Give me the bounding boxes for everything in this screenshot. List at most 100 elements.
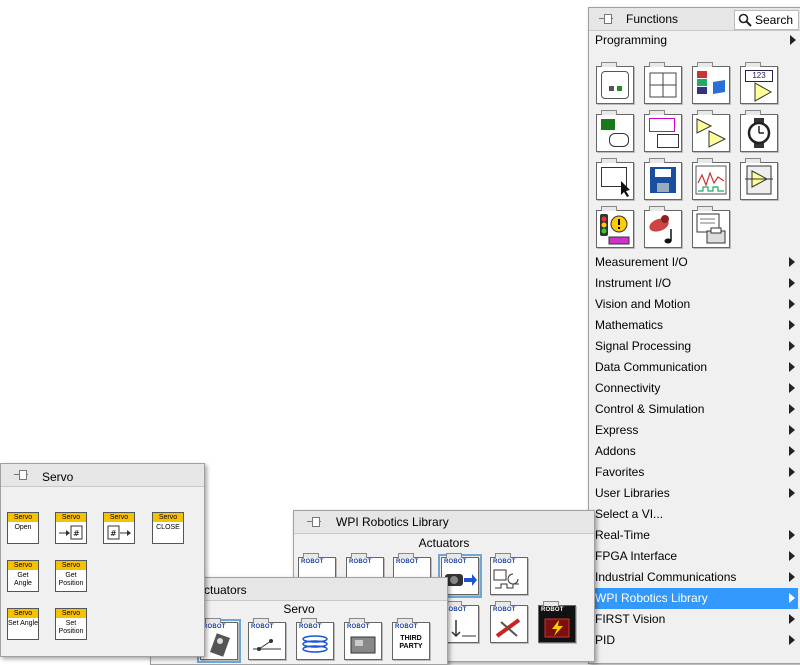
wpi-palette-titlebar[interactable]: WPI Robotics Library [294,511,594,534]
chevron-right-icon [789,446,795,456]
chevron-right-icon [789,614,795,624]
cluster-class-icon[interactable] [692,62,730,104]
category-label: Signal Processing [595,339,692,353]
numeric-icon[interactable]: 123 [740,62,778,104]
category-item[interactable]: PID [594,630,798,651]
category-label: Instrument I/O [595,276,672,290]
category-label: Measurement I/O [595,255,688,269]
servo-set-angle-icon[interactable]: Servo Set Angle [7,608,39,640]
structures-icon[interactable] [596,62,634,104]
utilities-icon[interactable]: ROBOT [490,601,528,643]
functions-palette-title: Functions [626,12,679,26]
search-label: Search [755,13,794,27]
category-item[interactable]: Express [594,420,798,441]
category-item[interactable]: Instrument I/O [594,273,798,294]
pin-icon[interactable] [307,516,321,528]
chevron-right-icon [789,257,795,267]
category-label: Control & Simulation [595,402,705,416]
graphics-sound-icon[interactable] [644,206,682,248]
third-party-icon[interactable]: ROBOT THIRD PARTY [392,618,430,660]
file-io-icon[interactable] [644,158,682,200]
category-item[interactable]: Addons [594,441,798,462]
servo-get-hash-icon[interactable]: Servo # [103,512,135,544]
servo-spring-icon[interactable]: ROBOT [296,618,334,660]
boolean-icon[interactable] [596,110,634,152]
report-generation-icon[interactable] [692,206,730,248]
servo-get-angle-icon[interactable]: Servo Get Angle [7,560,39,592]
servo-device-icon[interactable]: ROBOT [197,618,241,663]
wpi-palette-title: WPI Robotics Library [336,515,449,529]
servo-motor-icon[interactable]: ROBOT [344,618,382,660]
wpi-section-label: Actuators [418,536,470,550]
category-label: User Libraries [595,486,670,500]
application-control-icon[interactable] [740,158,778,200]
category-item[interactable]: Connectivity [594,378,798,399]
category-label: WPI Robotics Library [595,591,708,605]
pin-icon[interactable] [14,469,28,481]
category-item[interactable]: Select a VI... [594,504,798,525]
category-label: Favorites [595,465,645,479]
category-label: FPGA Interface [595,549,678,563]
programming-label: Programming [595,33,668,47]
svg-text:#: # [110,529,117,538]
servo-close-icon[interactable]: Servo CLOSE [152,512,184,544]
servo-set-hash-icon[interactable]: Servo # [55,512,87,544]
servo-close-label: CLOSE [156,524,180,531]
category-item[interactable]: Mathematics [594,315,798,336]
category-item[interactable]: FIRST Vision [594,609,798,630]
functions-palette-titlebar[interactable]: Functions Search [589,8,800,31]
chevron-right-icon [789,362,795,372]
actuators-palette-title: ctuators [204,583,247,597]
array-icon[interactable] [644,62,682,104]
compressor-icon[interactable]: ROBOT [490,553,528,595]
chevron-right-icon [789,341,795,351]
pin-icon[interactable] [599,13,613,25]
servo-set-position-label: Set Position [58,620,84,635]
servo-get-angle-label: Get Angle [14,572,32,587]
category-label: Connectivity [595,381,661,395]
svg-text:#: # [73,529,80,538]
category-label: PID [595,633,616,647]
comparison-icon[interactable] [692,110,730,152]
timing-icon[interactable] [740,110,778,152]
servo-set-position-icon[interactable]: Servo Set Position [55,608,87,640]
chevron-right-icon [789,488,795,498]
waveform-icon[interactable] [692,158,730,200]
category-item[interactable]: Industrial Communications [594,567,798,588]
servo-open-icon[interactable]: Servo Open [7,512,39,544]
category-label: Mathematics [595,318,664,332]
servo-palette-titlebar[interactable]: Servo [1,464,204,487]
programming-header[interactable]: Programming [589,30,800,50]
category-label: Express [595,423,639,437]
category-item[interactable]: Real-Time [594,525,798,546]
category-item[interactable]: WPI Robotics Library [594,588,798,609]
search-icon [738,13,752,27]
category-label: Addons [595,444,636,458]
category-item[interactable]: Signal Processing [594,336,798,357]
search-button[interactable]: Search [734,10,799,30]
servo-set-angle-label: Set Angle [8,620,38,627]
category-item[interactable]: FPGA Interface [594,546,798,567]
category-item[interactable]: Control & Simulation [594,399,798,420]
category-label: Real-Time [595,528,650,542]
category-item[interactable]: Data Communication [594,357,798,378]
servo-palette-title: Servo [42,470,74,484]
category-label: Industrial Communications [595,570,737,584]
chevron-right-icon [789,425,795,435]
category-label: Select a VI... [595,507,664,521]
chevron-right-icon [789,593,795,603]
dialog-user-interface-icon[interactable] [596,158,634,200]
category-label: FIRST Vision [595,612,666,626]
category-item[interactable]: Measurement I/O [594,252,798,273]
servo-connect-icon[interactable]: ROBOT [248,618,286,660]
category-item[interactable]: User Libraries [594,483,798,504]
power-distribution-icon[interactable]: ROBOT [538,601,576,643]
string-icon[interactable] [644,110,682,152]
synchronization-icon[interactable] [596,206,634,248]
servo-open-label: Open [14,524,32,531]
chevron-right-icon [789,635,795,645]
servo-get-position-icon[interactable]: Servo Get Position [55,560,87,592]
category-label: Data Communication [595,360,708,374]
category-item[interactable]: Favorites [594,462,798,483]
category-item[interactable]: Vision and Motion [594,294,798,315]
